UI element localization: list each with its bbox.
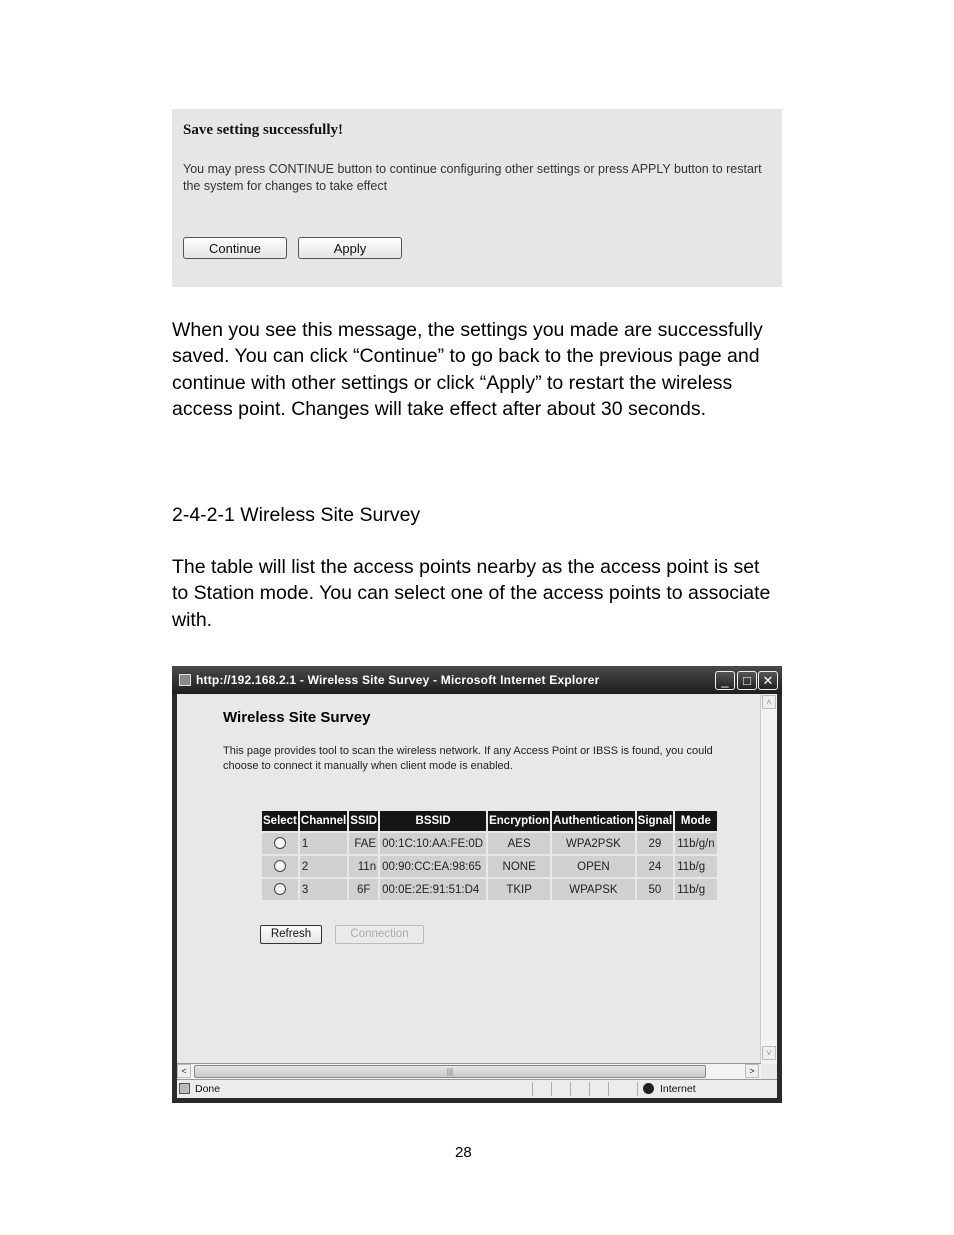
- status-divider: [608, 1082, 609, 1096]
- cell-mode: 11b/g: [675, 856, 717, 877]
- cell-mode: 11b/g: [675, 879, 717, 900]
- select-radio[interactable]: [273, 860, 286, 873]
- save-success-screenshot: Save setting successfully! You may press…: [172, 109, 782, 287]
- cell-ssid: FAE: [349, 833, 379, 854]
- continue-button[interactable]: Continue: [183, 237, 287, 259]
- horizontal-scrollbar[interactable]: < ||| >: [177, 1063, 761, 1079]
- scroll-thumb[interactable]: |||: [194, 1065, 706, 1078]
- column-header-encryption: Encryption: [488, 811, 551, 831]
- cell-signal: 50: [636, 879, 674, 900]
- page-description: This page provides tool to scan the wire…: [223, 745, 713, 772]
- column-header-bssid: BSSID: [380, 811, 487, 831]
- cell-signal: 24: [636, 856, 674, 877]
- minimize-button[interactable]: _: [715, 671, 735, 690]
- cell-bssid: 00:0E:2E:91:51:D4: [380, 879, 487, 900]
- close-button[interactable]: ✕: [758, 671, 778, 690]
- cell-channel: 1: [299, 833, 348, 854]
- zone-text: Internet: [660, 1083, 696, 1095]
- column-header-authentication: Authentication: [552, 811, 635, 831]
- status-divider: [551, 1082, 552, 1096]
- page-done-icon: [179, 1083, 190, 1094]
- title-bar: http://192.168.2.1 - Wireless Site Surve…: [172, 666, 782, 694]
- cell-encryption: AES: [488, 833, 551, 854]
- cell-ssid: 6F: [349, 879, 379, 900]
- cell-channel: 2: [299, 856, 348, 877]
- status-bar: Done Internet: [177, 1079, 777, 1098]
- cell-encryption: NONE: [488, 856, 551, 877]
- site-survey-table: Select Channel SSID BSSID Encryption Aut…: [260, 809, 719, 902]
- cell-authentication: WPA2PSK: [552, 833, 635, 854]
- site-survey-paragraph: The table will list the access points ne…: [172, 556, 771, 631]
- cell-bssid: 00:90:CC:EA:98:65: [380, 856, 487, 877]
- column-header-select: Select: [262, 811, 298, 831]
- column-header-signal: Signal: [636, 811, 674, 831]
- save-title: Save setting successfully!: [183, 122, 343, 138]
- refresh-button[interactable]: Refresh: [260, 925, 322, 944]
- column-header-mode: Mode: [675, 811, 717, 831]
- cell-mode: 11b/g/n: [675, 833, 717, 854]
- ie-browser-window: http://192.168.2.1 - Wireless Site Surve…: [172, 666, 782, 1103]
- select-radio[interactable]: [273, 837, 286, 850]
- table-row: 2 11n 00:90:CC:EA:98:65 NONE OPEN 24 11b…: [262, 856, 717, 877]
- cell-authentication: OPEN: [552, 856, 635, 877]
- vertical-scrollbar[interactable]: ˄ ˅: [760, 694, 777, 1064]
- cell-channel: 3: [299, 879, 348, 900]
- page-number: 28: [455, 1144, 472, 1161]
- scroll-down-icon[interactable]: ˅: [762, 1046, 776, 1060]
- column-header-ssid: SSID: [349, 811, 379, 831]
- save-explanation-paragraph: When you see this message, the settings …: [172, 319, 763, 420]
- apply-button[interactable]: Apply: [298, 237, 402, 259]
- section-heading: 2-4-2-1 Wireless Site Survey: [172, 504, 421, 526]
- save-message: You may press CONTINUE button to continu…: [183, 162, 762, 193]
- cell-encryption: TKIP: [488, 879, 551, 900]
- cell-bssid: 00:1C:10:AA:FE:0D: [380, 833, 487, 854]
- connection-button[interactable]: Connection: [335, 925, 424, 944]
- scroll-up-icon[interactable]: ˄: [762, 695, 776, 709]
- browser-content: Wireless Site Survey This page provides …: [177, 694, 777, 1079]
- table-header-row: Select Channel SSID BSSID Encryption Aut…: [262, 811, 717, 831]
- status-text: Done: [195, 1083, 221, 1095]
- status-divider: [532, 1082, 533, 1096]
- status-divider: [570, 1082, 571, 1096]
- internet-zone-icon: [643, 1083, 654, 1094]
- cell-authentication: WPAPSK: [552, 879, 635, 900]
- maximize-button[interactable]: □: [737, 671, 757, 690]
- status-divider: [637, 1082, 638, 1096]
- ie-page-icon: [179, 674, 191, 686]
- column-header-channel: Channel: [299, 811, 348, 831]
- status-divider: [589, 1082, 590, 1096]
- cell-signal: 29: [636, 833, 674, 854]
- select-radio[interactable]: [273, 883, 286, 896]
- page-title: Wireless Site Survey: [223, 709, 371, 726]
- cell-ssid: 11n: [349, 856, 379, 877]
- table-row: 3 6F 00:0E:2E:91:51:D4 TKIP WPAPSK 50 11…: [262, 879, 717, 900]
- scroll-right-icon[interactable]: >: [745, 1064, 759, 1078]
- scroll-left-icon[interactable]: <: [177, 1064, 191, 1078]
- window-title: http://192.168.2.1 - Wireless Site Surve…: [196, 673, 600, 687]
- table-row: 1 FAE 00:1C:10:AA:FE:0D AES WPA2PSK 29 1…: [262, 833, 717, 854]
